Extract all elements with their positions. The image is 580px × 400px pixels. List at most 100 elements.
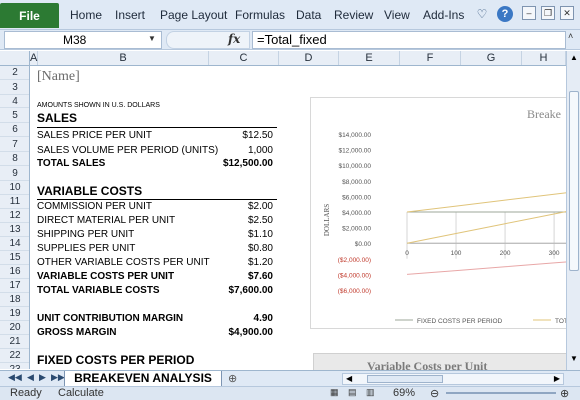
scroll-down-icon[interactable]: ▼: [570, 354, 578, 363]
variable-per-unit-label: VARIABLE COSTS PER UNIT: [37, 271, 175, 282]
page-layout-view-icon[interactable]: ▤: [348, 387, 357, 398]
column-b[interactable]: B: [38, 51, 209, 65]
file-tab[interactable]: File: [0, 3, 59, 28]
breakeven-chart[interactable]: Breake DOLLARS $14,000.00 $12,000.00 $10,000…: [310, 97, 580, 329]
y-tick-label: $12,000.00: [338, 148, 371, 155]
other-variable-value[interactable]: $1.20: [209, 257, 273, 268]
tab-add-ins[interactable]: Add-Ins: [423, 8, 464, 22]
chevron-down-icon[interactable]: ▼: [148, 34, 156, 43]
name-box[interactable]: M38: [4, 31, 162, 49]
row-11[interactable]: 11: [0, 195, 29, 209]
row-5[interactable]: 5: [0, 108, 29, 123]
normal-view-icon[interactable]: ▦: [330, 387, 339, 398]
column-g[interactable]: G: [461, 51, 522, 65]
sales-header: SALES: [37, 111, 78, 125]
prev-sheet-icon[interactable]: ◀: [27, 372, 34, 383]
direct-material-value[interactable]: $2.50: [209, 215, 273, 226]
total-variable-value[interactable]: $7,600.00: [199, 285, 274, 296]
scroll-right-icon[interactable]: ▶: [554, 374, 560, 383]
column-h[interactable]: H: [522, 51, 566, 65]
expand-formula-icon[interactable]: ˄: [568, 31, 573, 41]
help-icon[interactable]: ?: [497, 6, 513, 22]
row-16[interactable]: 16: [0, 265, 29, 279]
direct-material-label: DIRECT MATERIAL PER UNIT: [37, 215, 176, 226]
section-rule: [37, 127, 277, 128]
formula-input[interactable]: =Total_fixed: [252, 31, 566, 49]
row-22[interactable]: 22: [0, 349, 29, 363]
supplies-value[interactable]: $0.80: [209, 243, 273, 254]
total-sales-value[interactable]: $12,500.00: [199, 158, 273, 169]
zoom-in-icon[interactable]: ⊕: [560, 387, 569, 400]
restore-icon[interactable]: ❐: [541, 6, 555, 20]
shipping-label: SHIPPING PER UNIT: [37, 229, 135, 240]
new-sheet-icon[interactable]: ⊕: [228, 372, 237, 385]
tab-data[interactable]: Data: [296, 8, 321, 22]
row-9[interactable]: 9: [0, 166, 29, 181]
row-10[interactable]: 10: [0, 181, 29, 195]
total-variable-label: TOTAL VARIABLE COSTS: [37, 285, 160, 296]
ucm-value[interactable]: 4.90: [209, 313, 273, 324]
tab-home[interactable]: Home: [70, 8, 102, 22]
horizontal-scroll-thumb[interactable]: [367, 375, 443, 383]
row-20[interactable]: 20: [0, 321, 29, 335]
select-all-corner[interactable]: [0, 51, 30, 65]
next-sheet-icon[interactable]: ▶: [39, 372, 46, 383]
row-4[interactable]: 4: [0, 95, 29, 108]
row-15[interactable]: 15: [0, 251, 29, 265]
zoom-out-icon[interactable]: ⊖: [430, 387, 439, 400]
row-12[interactable]: 12: [0, 209, 29, 223]
row-17[interactable]: 17: [0, 279, 29, 293]
tab-view[interactable]: View: [384, 8, 410, 22]
ucm-label: UNIT CONTRIBUTION MARGIN: [37, 313, 184, 324]
column-a[interactable]: A: [30, 51, 38, 65]
page-break-view-icon[interactable]: ▥: [366, 387, 375, 398]
column-f[interactable]: F: [400, 51, 461, 65]
gross-margin-value[interactable]: $4,900.00: [199, 327, 274, 338]
column-c[interactable]: C: [209, 51, 279, 65]
vertical-scrollbar[interactable]: ▲ ▼: [566, 51, 580, 370]
heart-icon[interactable]: ♡: [474, 6, 490, 22]
supplies-label: SUPPLIES PER UNIT: [37, 243, 136, 254]
function-icon[interactable]: fx: [228, 32, 240, 46]
y-tick-label: $10,000.00: [338, 163, 371, 170]
row-3[interactable]: 3: [0, 80, 29, 95]
tab-formulas[interactable]: Formulas: [235, 8, 285, 22]
row-14[interactable]: 14: [0, 237, 29, 251]
row-18[interactable]: 18: [0, 293, 29, 307]
row-19[interactable]: 19: [0, 307, 29, 321]
close-icon[interactable]: ✕: [560, 6, 574, 20]
tab-review[interactable]: Review: [334, 8, 373, 22]
shipping-value[interactable]: $1.10: [209, 229, 273, 240]
variable-per-unit-value[interactable]: $7.60: [209, 271, 273, 282]
row-6[interactable]: 6: [0, 123, 29, 137]
last-sheet-icon[interactable]: ▶▶: [51, 372, 65, 383]
sales-price-value[interactable]: $12.50: [209, 130, 273, 141]
vertical-scroll-thumb[interactable]: [569, 91, 579, 271]
row-2[interactable]: 2: [0, 66, 29, 80]
column-e[interactable]: E: [339, 51, 400, 65]
zoom-level[interactable]: 69%: [393, 387, 415, 399]
row-23[interactable]: 23: [0, 363, 29, 369]
row-7[interactable]: 7: [0, 137, 29, 152]
scroll-left-icon[interactable]: ◀: [346, 374, 352, 383]
column-d[interactable]: D: [279, 51, 339, 65]
status-calculate[interactable]: Calculate: [58, 387, 104, 399]
horizontal-scrollbar[interactable]: ◀ ▶: [342, 373, 564, 385]
zoom-slider[interactable]: [446, 392, 556, 394]
chart-ylabel: DOLLARS: [323, 204, 331, 236]
sales-volume-value[interactable]: 1,000: [209, 145, 273, 156]
other-variable-label: OTHER VARIABLE COSTS PER UNIT: [37, 257, 210, 268]
y-tick-label: $6,000.00: [342, 194, 371, 201]
commission-value[interactable]: $2.00: [209, 201, 273, 212]
y-tick-label: ($6,000.00): [338, 288, 371, 295]
tab-insert[interactable]: Insert: [115, 8, 145, 22]
row-8[interactable]: 8: [0, 152, 29, 166]
sheet-tab-breakeven[interactable]: BREAKEVEN ANALYSIS: [64, 371, 222, 387]
name-placeholder[interactable]: [Name]: [37, 69, 80, 85]
row-21[interactable]: 21: [0, 335, 29, 349]
tab-page-layout[interactable]: Page Layout: [160, 8, 227, 22]
scroll-up-icon[interactable]: ▲: [570, 53, 578, 62]
minimize-icon[interactable]: –: [522, 6, 536, 20]
row-13[interactable]: 13: [0, 223, 29, 237]
first-sheet-icon[interactable]: ◀◀: [8, 372, 22, 383]
